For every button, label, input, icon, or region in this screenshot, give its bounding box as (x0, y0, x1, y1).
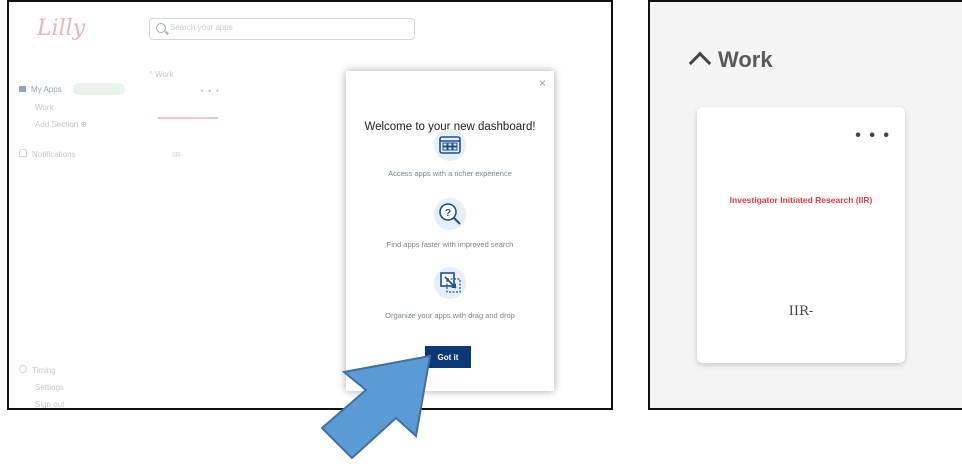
nav-notifications-label: Notifications (32, 150, 76, 159)
dashboard-grid-icon (434, 129, 466, 161)
home-icon (19, 86, 26, 92)
more-options-icon[interactable]: • • • (855, 127, 891, 145)
nav-active-highlight (73, 83, 125, 95)
drag-drop-icon (434, 267, 466, 299)
nav-notifications[interactable]: Notifications (19, 149, 76, 159)
more-options-icon[interactable]: • • • (201, 86, 220, 96)
app-card[interactable]: • • • IIR- (156, 82, 226, 174)
search-question-icon: ? (434, 198, 466, 230)
app-card-abbr-zoomed: IIR- (788, 304, 814, 319)
nav-sign-out[interactable]: Sign out (35, 400, 64, 408)
zoomed-work-panel: Work • • • Investigator Initiated Resear… (648, 0, 962, 410)
nav-my-apps-label: My Apps (31, 85, 62, 94)
app-name: Investigator Initiated Research (IIR) (729, 195, 873, 205)
search-input[interactable]: Search your apps (149, 18, 415, 40)
app-card-zoomed[interactable]: • • • Investigator Initiated Research (I… (697, 107, 905, 363)
search-icon (156, 23, 166, 33)
user-icon (19, 365, 27, 373)
nav-my-apps[interactable]: My Apps (19, 85, 62, 94)
company-logo: Lilly (37, 16, 86, 41)
close-icon[interactable]: × (539, 76, 546, 90)
nav-timing-label: Timing (32, 366, 56, 375)
nav-work[interactable]: Work (35, 103, 54, 112)
svg-text:?: ? (445, 208, 451, 219)
section-work-title[interactable]: Work (718, 47, 773, 73)
search-placeholder: Search your apps (170, 23, 233, 32)
nav-add-section[interactable]: Add Section ⊕ (35, 120, 87, 129)
bell-icon (19, 149, 27, 157)
nav-settings[interactable]: Settings (35, 383, 64, 392)
chevron-up-icon[interactable] (688, 51, 712, 75)
app-card-abbr: IIR- (172, 152, 184, 159)
section-work-label[interactable]: ^ Work (149, 70, 174, 79)
feature-text-search: Find apps faster with improved search (386, 240, 514, 249)
feature-text-richer: Access apps with a richer experience (388, 169, 512, 178)
pointer-arrow-icon (320, 354, 432, 460)
nav-timing[interactable]: Timing (19, 365, 56, 375)
app-name-placeholder (158, 117, 218, 119)
feature-text-drag: Organize your apps with drag and drop (385, 311, 515, 320)
